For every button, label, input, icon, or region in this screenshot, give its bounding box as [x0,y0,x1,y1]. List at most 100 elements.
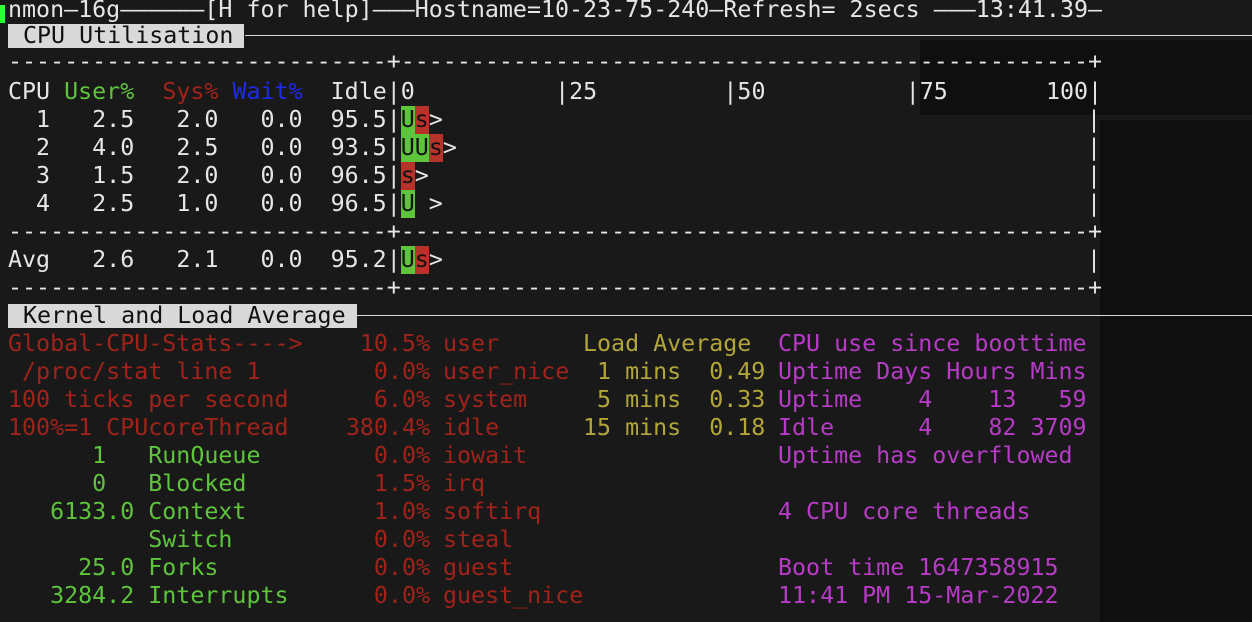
cpu-stat-name: user_nice [443,358,570,385]
kernel-stat-label: Switch [8,526,233,553]
boottime-info: CPU use since boottime [778,330,1087,357]
cpu-user: 2.5 [92,190,135,217]
col-idle: Idle [330,78,387,105]
cpu-row: 1 2.5 2.0 0.0 95.5|Us> [8,106,443,134]
cpu-separator-top: ---------------------------+------------… [8,48,1103,75]
kernel-stat-label: 100 ticks per second [8,386,289,413]
load-average-cell: 1 mins 0.49 [583,358,766,385]
cpu-stat-name: iowait [443,442,528,469]
bar-sys: s [414,246,429,274]
cpu-wait: 0.0 [260,190,303,217]
cpu-stat-name: softirq [443,498,542,525]
bar-tail: > [414,190,443,217]
cpu-stat-percent: 1.5% [373,470,430,497]
cpu-row: 3 1.5 2.0 0.0 96.5|s> [8,162,429,190]
cpu-sys: 2.5 [176,134,219,161]
bar-right-pipe: | [1087,162,1102,189]
cpu-stat-percent: 0.0% [373,442,430,469]
bar-user: U [400,246,415,274]
cpu-row: 4 2.5 1.0 0.0 96.5|U > [8,190,443,218]
cpu-id: Avg [8,246,51,273]
load-average-cell: Load Average [583,330,752,357]
cpu-sys: 2.0 [176,162,219,189]
bar-right-pipe: | [1087,134,1102,161]
cpu-stat-percent: 0.0% [373,526,430,553]
cpu-sys: 2.1 [176,246,219,273]
bar-tail: > [428,106,443,133]
cpu-stat-name: system [443,386,528,413]
cpu-idle: 96.5 [330,190,387,217]
cpu-stat-percent: 10.5% [359,330,430,357]
cpu-stat-name: irq [443,470,486,497]
cpu-idle: 95.5 [330,106,387,133]
bar-sys: s [414,106,429,134]
cpu-user: 1.5 [92,162,135,189]
boottime-info: Boot time 1647358915 [778,554,1059,581]
bar-right-pipe: | [1087,106,1102,133]
bar-sys: s [428,134,443,162]
cpu-idle: 95.2 [330,246,387,273]
col-sys: Sys% [162,78,219,105]
cpu-wait: 0.0 [260,134,303,161]
cpu-id: 2 [8,134,51,161]
cpu-stat-name: steal [443,526,514,553]
boottime-info: Uptime Days Hours Mins [778,358,1087,385]
cpu-sys: 1.0 [176,190,219,217]
cpu-id: 3 [8,162,51,189]
kernel-section-title: Kernel and Load Average [8,304,357,328]
cpu-stat-name: guest [443,554,514,581]
load-average-cell: 15 mins 0.18 [583,414,766,441]
kernel-stat-label: 6133.0 Context [8,498,247,525]
cpu-stat-percent: 0.0% [373,582,430,609]
header-bar: nmon—16g——————[H for help]———Hostname=10… [8,0,1103,23]
cpu-row: 2 4.0 2.5 0.0 93.5|UUs> [8,134,457,162]
cpu-wait: 0.0 [260,246,303,273]
bar-tail: > [442,134,457,161]
cpu-id: 1 [8,106,51,133]
cpu-id: 4 [8,190,51,217]
bar-right-pipe: | [1087,246,1102,273]
bar-user: U [400,106,415,134]
kernel-stat-label: /proc/stat line 1 [8,358,261,385]
kernel-section-rule [357,315,1252,316]
kernel-stat-label: 0 Blocked [8,470,247,497]
boottime-info: Idle 4 82 3709 [778,414,1087,441]
cpu-separator-mid: ---------------------------+------------… [8,218,1103,245]
bar-sys: s [400,162,415,190]
cpu-header-row: CPU User% Sys% Wait% Idle|0 |25 |50 |75 … [8,78,1102,106]
bar-user: U [400,190,415,218]
kernel-stat-label: 100%=1 CPUcoreThread [8,414,289,441]
cpu-idle: 96.5 [330,162,387,189]
boottime-info: 11:41 PM 15-Mar-2022 [778,582,1059,609]
cpu-wait: 0.0 [260,162,303,189]
kernel-stat-label: 25.0 Forks [8,554,219,581]
col-wait: Wait% [232,78,303,105]
cpu-wait: 0.0 [260,106,303,133]
cpu-stat-percent: 1.0% [373,498,430,525]
kernel-stat-label: Global-CPU-Stats----> [8,330,303,357]
cpu-sys: 2.0 [176,106,219,133]
cpu-stat-percent: 6.0% [373,386,430,413]
bar-tail: > [414,162,429,189]
cpu-scale: |0 |25 |50 |75 100| [386,78,1103,105]
cpu-separator-bottom: ---------------------------+------------… [8,274,1103,301]
cpu-section-rule [245,35,1252,36]
load-average-cell: 5 mins 0.33 [583,386,766,413]
background-panel-right [1100,120,1252,622]
cpu-user: 4.0 [92,134,135,161]
kernel-stat-label: 1 RunQueue [8,442,261,469]
col-user: User% [64,78,135,105]
cpu-stat-percent: 380.4% [345,414,430,441]
bar-right-pipe: | [1087,190,1102,217]
cpu-stat-name: user [443,330,500,357]
cpu-stat-name: guest_nice [443,582,584,609]
cpu-stat-percent: 0.0% [373,358,430,385]
cpu-stat-name: idle [443,414,500,441]
cpu-user: 2.5 [92,106,135,133]
boottime-info: 4 CPU core threads [778,498,1031,525]
boottime-info: Uptime has overflowed [778,442,1073,469]
col-cpu: CPU [8,78,51,105]
cpu-user: 2.6 [92,246,135,273]
cpu-avg-row: Avg 2.6 2.1 0.0 95.2|Us> [8,246,443,274]
cpu-section-title: CPU Utilisation [8,24,245,48]
